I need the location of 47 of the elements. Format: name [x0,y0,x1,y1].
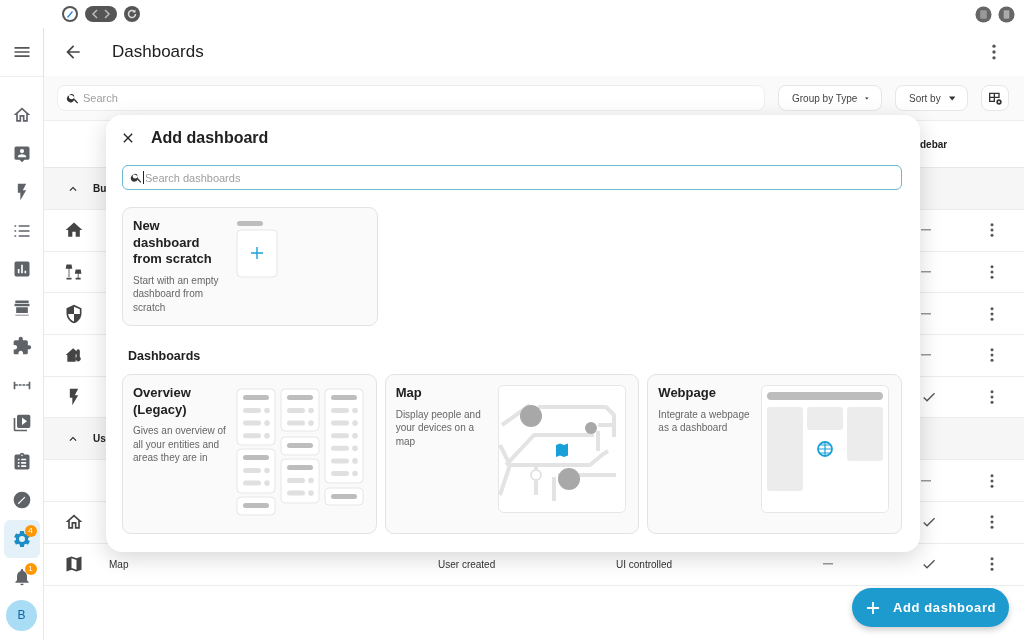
table-cell: UI controlled [616,558,673,570]
settings-icon [11,528,32,549]
new-dashboard-card[interactable]: New dashboard from scratch Start with an empty dashboard from scratch [122,207,378,326]
caret-icon [865,95,869,101]
search-icon [66,91,80,105]
map-icon [63,554,84,575]
card-title: Map [395,385,423,402]
text-cursor [143,171,144,184]
dashboard-type-card[interactable]: Overview (Legacy) Gives an overview of all your entities and areas they are in [122,374,377,534]
section-title: Dashboards [128,349,202,365]
notification-badge: 1 [24,563,37,575]
caret-icon [948,95,955,101]
card-title: Webpage [658,385,717,402]
page-title: Dashboards [112,42,204,62]
table-cell: Map [109,558,129,570]
user-avatar[interactable]: B [6,599,37,631]
notification-badge: 4 [24,524,37,537]
group-label: Bu [93,183,107,194]
sort-dropdown[interactable]: Sort by [895,85,968,111]
blank-dashboard-drawing [236,220,278,278]
card-title: New dashboard from scratch [133,218,213,268]
search-field[interactable]: Search dashboards [122,165,902,190]
lamp-icon [63,262,84,283]
media-icon [11,413,32,434]
document-icon[interactable] [998,5,1015,23]
compass-icon[interactable] [61,5,79,23]
puzzle-icon [11,336,32,357]
dashboard-type-card[interactable]: Webpage Integrate a webpage as a dashboard [647,374,902,534]
search-icon [130,171,143,184]
reload-icon[interactable] [123,5,141,23]
compass-icon [11,490,32,511]
card-description: Display people and your devices on a map [395,407,482,448]
column-header[interactable]: debar [920,138,948,150]
plus-icon [866,600,880,615]
table-cell: User created [438,558,496,570]
back-forward-icon[interactable] [85,6,117,22]
card-description: Start with an empty dashboard from scratch [133,273,220,314]
card-description: Integrate a webpage as a dashboard [658,407,751,435]
group-by-dropdown[interactable]: Group by Type [778,85,882,111]
card-description: Gives an overview of all your entities and areas they are in [133,424,227,465]
clipboard-icon[interactable] [975,5,992,23]
dialog-title: Add dashboard [151,129,269,147]
table-settings-icon [987,90,1003,106]
card-title: Overview (Legacy) [133,385,192,418]
group-label: Us [93,433,106,445]
dashboard-type-card[interactable]: Map Display people and your devices on a map [384,374,640,534]
table-settings-button[interactable] [981,85,1009,111]
